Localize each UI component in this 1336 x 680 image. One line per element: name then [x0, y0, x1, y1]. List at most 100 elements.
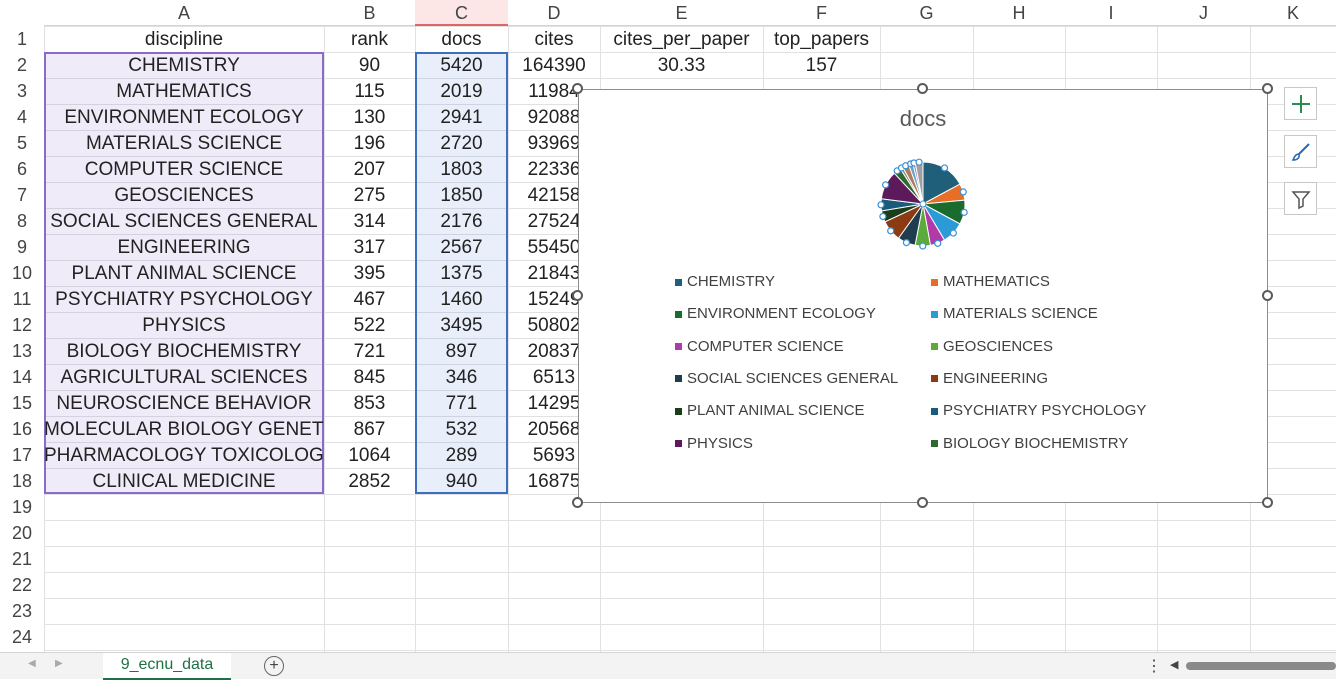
row-header-14[interactable]: 14 — [0, 364, 44, 390]
chart-resize-handle[interactable] — [572, 497, 583, 508]
cell[interactable]: 157 — [763, 52, 880, 78]
cell[interactable]: 845 — [324, 364, 415, 390]
row-header-2[interactable]: 2 — [0, 52, 44, 78]
chart-resize-handle[interactable] — [1262, 497, 1273, 508]
next-sheet-icon[interactable]: ▶ — [55, 658, 63, 669]
cell[interactable]: 940 — [415, 468, 508, 494]
cell[interactable]: 1850 — [415, 182, 508, 208]
chart-resize-handle[interactable] — [572, 290, 583, 301]
cell[interactable]: 130 — [324, 104, 415, 130]
chart-filters-button[interactable] — [1284, 182, 1317, 215]
chart-resize-handle[interactable] — [1262, 290, 1273, 301]
cell[interactable]: PLANT ANIMAL SCIENCE — [44, 260, 324, 286]
column-header-g[interactable]: G — [880, 0, 973, 26]
slice-handle[interactable] — [940, 164, 949, 172]
chart-styles-button[interactable] — [1284, 135, 1317, 168]
chart-resize-handle[interactable] — [917, 497, 928, 508]
cell[interactable]: GEOSCIENCES — [44, 182, 324, 208]
column-header-d[interactable]: D — [508, 0, 600, 26]
cell[interactable]: ENVIRONMENT ECOLOGY — [44, 104, 324, 130]
slice-handle[interactable] — [949, 229, 957, 237]
row-header-22[interactable]: 22 — [0, 572, 44, 598]
cell[interactable]: cites_per_paper — [600, 26, 763, 52]
slice-handle[interactable] — [919, 242, 927, 250]
cell[interactable]: MOLECULAR BIOLOGY GENETICS — [44, 416, 324, 442]
column-header-j[interactable]: J — [1157, 0, 1250, 26]
row-header-1[interactable]: 1 — [0, 26, 44, 52]
slice-handle[interactable] — [960, 208, 968, 216]
chart-resize-handle[interactable] — [572, 83, 583, 94]
cell[interactable]: 3495 — [415, 312, 508, 338]
slice-handle[interactable] — [959, 188, 967, 196]
cell[interactable]: docs — [415, 26, 508, 52]
cell[interactable]: 317 — [324, 234, 415, 260]
cell[interactable]: 314 — [324, 208, 415, 234]
cell[interactable]: rank — [324, 26, 415, 52]
row-header-18[interactable]: 18 — [0, 468, 44, 494]
slice-handle[interactable] — [902, 238, 911, 247]
cell[interactable]: CLINICAL MEDICINE — [44, 468, 324, 494]
row-header-17[interactable]: 17 — [0, 442, 44, 468]
cell[interactable]: 2567 — [415, 234, 508, 260]
slice-handle[interactable] — [882, 181, 890, 189]
cell[interactable]: 467 — [324, 286, 415, 312]
cell[interactable]: CHEMISTRY — [44, 52, 324, 78]
add-sheet-button[interactable]: + — [264, 656, 284, 676]
slice-handle[interactable] — [887, 227, 895, 235]
column-header-f[interactable]: F — [763, 0, 880, 26]
cell[interactable]: 395 — [324, 260, 415, 286]
column-header-c[interactable]: C — [415, 0, 508, 26]
prev-sheet-icon[interactable]: ◀ — [28, 658, 36, 669]
cell[interactable]: 721 — [324, 338, 415, 364]
cell[interactable]: PHARMACOLOGY TOXICOLOGY — [44, 442, 324, 468]
cell[interactable]: 897 — [415, 338, 508, 364]
column-header-k[interactable]: K — [1250, 0, 1336, 26]
row-header-8[interactable]: 8 — [0, 208, 44, 234]
slice-handle[interactable] — [877, 201, 885, 209]
chart-resize-handle[interactable] — [917, 83, 928, 94]
cell[interactable]: 1460 — [415, 286, 508, 312]
row-header-19[interactable]: 19 — [0, 494, 44, 520]
row-header-15[interactable]: 15 — [0, 390, 44, 416]
slice-handle[interactable] — [934, 239, 942, 247]
row-header-10[interactable]: 10 — [0, 260, 44, 286]
cell[interactable]: PSYCHIATRY PSYCHOLOGY — [44, 286, 324, 312]
row-header-6[interactable]: 6 — [0, 156, 44, 182]
column-header-i[interactable]: I — [1065, 0, 1157, 26]
row-header-20[interactable]: 20 — [0, 520, 44, 546]
sheet-tab[interactable]: 9_ecnu_data — [103, 653, 231, 680]
row-header-11[interactable]: 11 — [0, 286, 44, 312]
cell[interactable]: top_papers — [763, 26, 880, 52]
row-header-13[interactable]: 13 — [0, 338, 44, 364]
chart-elements-button[interactable] — [1284, 87, 1317, 120]
cell[interactable]: 90 — [324, 52, 415, 78]
slice-handle[interactable] — [879, 212, 887, 221]
cell[interactable]: BIOLOGY BIOCHEMISTRY — [44, 338, 324, 364]
cell[interactable]: 522 — [324, 312, 415, 338]
cell[interactable]: 2941 — [415, 104, 508, 130]
cell[interactable]: 2852 — [324, 468, 415, 494]
cell[interactable]: 2019 — [415, 78, 508, 104]
scroll-left-icon[interactable]: ◀ — [1170, 658, 1178, 671]
cell[interactable]: PHYSICS — [44, 312, 324, 338]
cell[interactable]: 115 — [324, 78, 415, 104]
pie-center-handle[interactable] — [919, 200, 927, 208]
slice-handle[interactable] — [915, 158, 923, 166]
cell[interactable]: 346 — [415, 364, 508, 390]
cell[interactable]: discipline — [44, 26, 324, 52]
cell[interactable]: AGRICULTURAL SCIENCES — [44, 364, 324, 390]
cell[interactable]: 207 — [324, 156, 415, 182]
cell[interactable]: NEUROSCIENCE BEHAVIOR — [44, 390, 324, 416]
cell[interactable]: 164390 — [508, 52, 600, 78]
more-options-icon[interactable]: ⋮ — [1146, 656, 1162, 676]
cell[interactable]: 853 — [324, 390, 415, 416]
cell[interactable]: 771 — [415, 390, 508, 416]
cell[interactable]: 275 — [324, 182, 415, 208]
row-header-9[interactable]: 9 — [0, 234, 44, 260]
cell[interactable]: 2720 — [415, 130, 508, 156]
row-header-4[interactable]: 4 — [0, 104, 44, 130]
row-header-3[interactable]: 3 — [0, 78, 44, 104]
cell[interactable]: 289 — [415, 442, 508, 468]
column-header-h[interactable]: H — [973, 0, 1065, 26]
column-header-a[interactable]: A — [44, 0, 324, 26]
